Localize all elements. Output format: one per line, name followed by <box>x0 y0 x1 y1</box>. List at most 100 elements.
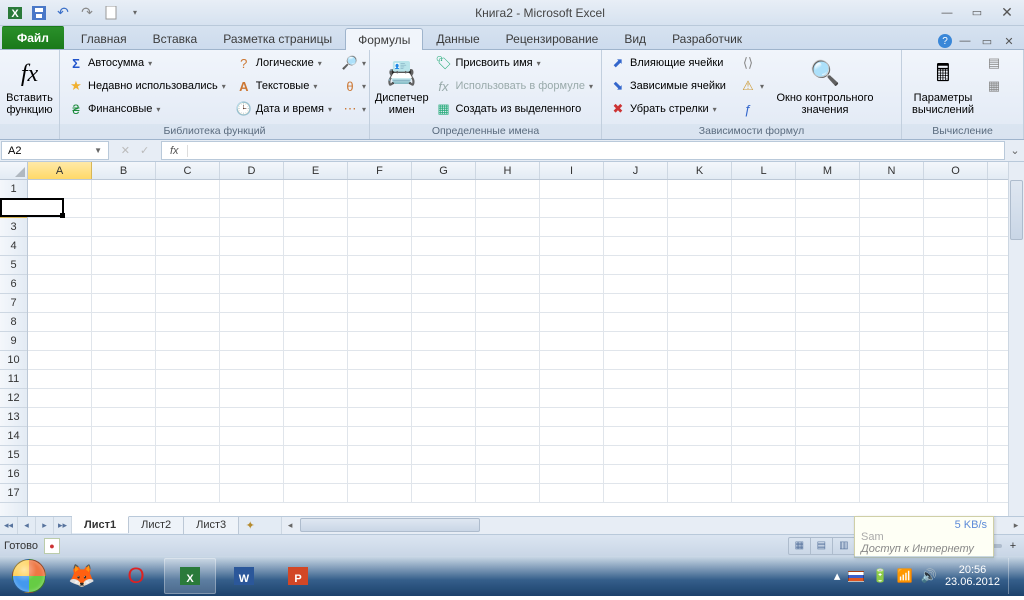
cell[interactable] <box>348 275 412 294</box>
view-page-break-button[interactable]: ▥ <box>833 538 855 554</box>
cell[interactable] <box>860 313 924 332</box>
cell[interactable] <box>412 218 476 237</box>
show-formulas-button[interactable]: ⟨⟩ <box>736 52 768 74</box>
cell[interactable] <box>732 275 796 294</box>
cell[interactable] <box>348 465 412 484</box>
cell[interactable] <box>668 465 732 484</box>
save-button[interactable] <box>28 3 50 23</box>
tab-formulas[interactable]: Формулы <box>345 28 423 50</box>
cell[interactable] <box>92 199 156 218</box>
cell[interactable] <box>220 446 284 465</box>
cell[interactable] <box>348 237 412 256</box>
tab-insert[interactable]: Вставка <box>140 27 211 49</box>
logical-button[interactable]: ?Логические <box>232 52 336 74</box>
cell[interactable] <box>220 313 284 332</box>
cell[interactable] <box>156 294 220 313</box>
tray-clock[interactable]: 20:56 23.06.2012 <box>945 564 1000 588</box>
cell[interactable] <box>540 484 604 503</box>
start-button[interactable] <box>4 558 54 594</box>
cell[interactable] <box>796 275 860 294</box>
math-trig-button[interactable]: θ <box>338 75 370 97</box>
cell[interactable] <box>28 294 92 313</box>
tray-language-icon[interactable] <box>848 571 864 582</box>
cell[interactable] <box>412 408 476 427</box>
cell[interactable] <box>860 408 924 427</box>
column-header[interactable]: O <box>924 162 988 179</box>
cell[interactable] <box>476 218 540 237</box>
cell[interactable] <box>604 484 668 503</box>
row-header[interactable]: 16 <box>0 465 27 484</box>
cell[interactable] <box>28 237 92 256</box>
cell[interactable] <box>28 465 92 484</box>
sheet-tab-3[interactable]: Лист3 <box>184 517 239 534</box>
taskbar-powerpoint[interactable]: P <box>272 558 324 594</box>
cell[interactable] <box>476 446 540 465</box>
cell[interactable] <box>796 256 860 275</box>
ribbon-minimize-button[interactable]: — <box>956 33 974 49</box>
cell[interactable] <box>796 427 860 446</box>
cell[interactable] <box>476 408 540 427</box>
taskbar-excel[interactable]: X <box>164 558 216 594</box>
row-header[interactable]: 8 <box>0 313 27 332</box>
cell[interactable] <box>348 408 412 427</box>
cell[interactable] <box>348 199 412 218</box>
calculate-sheet-button[interactable]: ▦ <box>982 75 1006 97</box>
calculate-now-button[interactable]: ▤ <box>982 52 1006 74</box>
cell[interactable] <box>284 332 348 351</box>
sheet-nav-prev[interactable]: ◂ <box>18 517 36 534</box>
redo-button[interactable]: ↷ <box>76 3 98 23</box>
tab-data[interactable]: Данные <box>423 27 492 49</box>
cell[interactable] <box>668 256 732 275</box>
cell[interactable] <box>604 218 668 237</box>
cell[interactable] <box>540 275 604 294</box>
view-normal-button[interactable]: ▦ <box>789 538 811 554</box>
cell[interactable] <box>604 294 668 313</box>
cell[interactable] <box>924 218 988 237</box>
remove-arrows-button[interactable]: ✖Убрать стрелки <box>606 98 730 120</box>
cell[interactable] <box>924 446 988 465</box>
evaluate-formula-button[interactable]: ƒ <box>736 98 768 120</box>
column-header[interactable]: G <box>412 162 476 179</box>
cell[interactable] <box>284 180 348 199</box>
qat-customize[interactable]: ▾ <box>124 3 146 23</box>
cell[interactable] <box>220 408 284 427</box>
fx-label-icon[interactable]: fx <box>162 145 188 157</box>
cell[interactable] <box>796 313 860 332</box>
cell[interactable] <box>348 351 412 370</box>
tab-view[interactable]: Вид <box>611 27 659 49</box>
cell[interactable] <box>348 294 412 313</box>
row-header[interactable]: 14 <box>0 427 27 446</box>
cell[interactable] <box>540 370 604 389</box>
tray-battery-icon[interactable]: 🔋 <box>872 568 888 584</box>
cell[interactable] <box>28 351 92 370</box>
column-header[interactable]: A <box>28 162 92 179</box>
cell[interactable] <box>668 370 732 389</box>
tab-home[interactable]: Главная <box>68 27 140 49</box>
cell[interactable] <box>476 256 540 275</box>
cell[interactable] <box>860 484 924 503</box>
hscroll-left[interactable]: ◂ <box>282 517 298 534</box>
cell[interactable] <box>156 484 220 503</box>
cell[interactable] <box>668 275 732 294</box>
column-header[interactable]: H <box>476 162 540 179</box>
cell[interactable] <box>28 484 92 503</box>
cell[interactable] <box>668 351 732 370</box>
cell[interactable] <box>732 256 796 275</box>
cell[interactable] <box>604 408 668 427</box>
cell[interactable] <box>412 427 476 446</box>
cell[interactable] <box>924 389 988 408</box>
cell[interactable] <box>412 256 476 275</box>
namebox-dropdown-icon[interactable]: ▼ <box>94 146 102 155</box>
text-button[interactable]: AТекстовые <box>232 75 336 97</box>
cell[interactable] <box>860 427 924 446</box>
cell[interactable] <box>220 389 284 408</box>
autosum-button[interactable]: ΣАвтосумма <box>64 52 230 74</box>
cell[interactable] <box>860 446 924 465</box>
tray-show-hidden[interactable]: ▴ <box>834 568 841 584</box>
cell[interactable] <box>92 408 156 427</box>
cell[interactable] <box>924 332 988 351</box>
cell[interactable] <box>860 180 924 199</box>
cell[interactable] <box>668 180 732 199</box>
cell[interactable] <box>604 199 668 218</box>
cell[interactable] <box>604 389 668 408</box>
